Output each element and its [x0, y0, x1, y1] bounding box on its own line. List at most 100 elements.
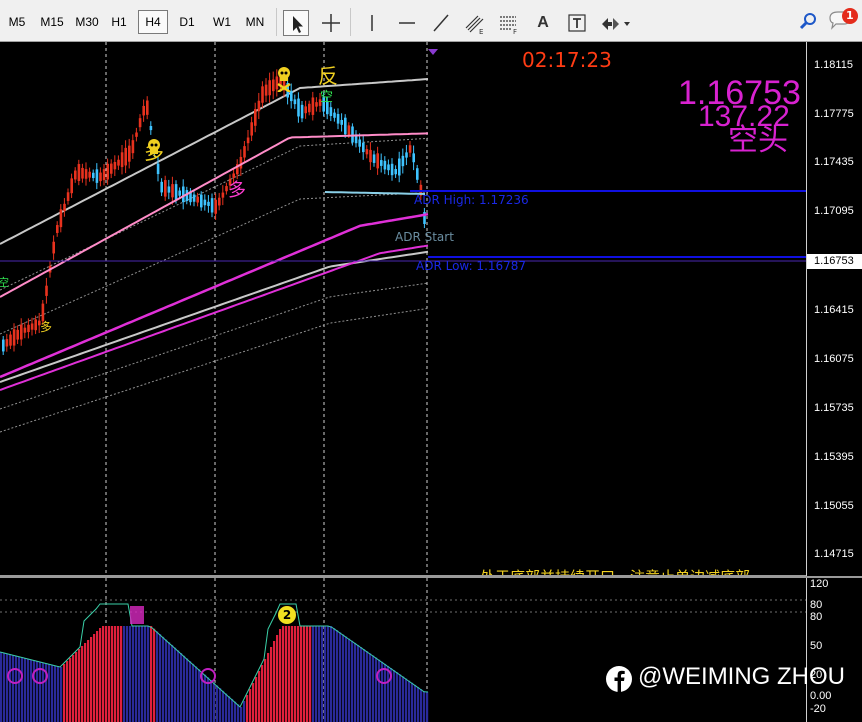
candle-body	[365, 149, 369, 155]
osc-bar	[207, 677, 210, 722]
osc-bar	[363, 649, 366, 722]
osc-bar	[267, 653, 270, 722]
osc-highlight-marker	[130, 606, 144, 624]
price-chart[interactable]: 02:17:23 1.16753 137.22 空头 ADR High: 1.1…	[0, 42, 806, 576]
osc-bar	[228, 696, 231, 722]
timeframe-m5[interactable]: M5	[4, 10, 30, 34]
osc-bar	[354, 642, 357, 722]
osc-bar	[282, 626, 285, 722]
osc-bar	[372, 655, 375, 722]
svg-text:E: E	[479, 28, 483, 36]
osc-bar	[324, 626, 327, 722]
channel-icon[interactable]: E	[462, 10, 488, 36]
osc-bar	[69, 658, 72, 722]
timeframe-h1[interactable]: H1	[106, 10, 132, 34]
osc-bar	[117, 626, 120, 722]
osc-bar	[318, 626, 321, 722]
osc-bar	[30, 659, 33, 722]
search-icon[interactable]	[796, 8, 822, 34]
countdown-timer: 02:17:23	[522, 48, 612, 72]
candle-body	[164, 180, 167, 197]
text-icon[interactable]: A	[530, 10, 556, 36]
candle-body	[311, 97, 315, 115]
arrows-icon[interactable]	[598, 10, 632, 36]
facebook-icon	[606, 666, 632, 692]
candle-body	[272, 79, 275, 92]
timeframe-m15[interactable]: M15	[36, 10, 68, 34]
skull-icon	[146, 138, 162, 156]
osc-bar	[6, 653, 9, 722]
candle-body	[99, 172, 102, 182]
osc-tick: 50	[810, 640, 823, 652]
adr-low-label: ADR Low: 1.16787	[416, 259, 527, 273]
osc-bar	[225, 693, 228, 722]
timeframe-mn[interactable]: MN	[240, 10, 270, 34]
current-price-marker: 1.16753	[807, 254, 862, 269]
candle-body	[200, 194, 203, 208]
osc-bar	[180, 653, 183, 722]
oscillator-axis[interactable]: 120 80 80 50 20 0.00 -20	[806, 578, 862, 722]
osc-bar	[252, 683, 255, 722]
candle-body	[333, 112, 336, 118]
candle-body	[196, 196, 199, 203]
osc-bar	[258, 671, 261, 722]
candle-body	[412, 153, 415, 163]
candle-body	[293, 99, 297, 105]
crosshair-icon[interactable]	[318, 10, 344, 36]
price-axis[interactable]: 1.18115 1.17775 1.17435 1.17095 1.16415 …	[806, 42, 862, 576]
candle-body	[214, 199, 217, 214]
short-signal: 空	[320, 90, 334, 105]
osc-bar	[138, 626, 141, 722]
candle-body	[369, 149, 372, 163]
osc-bar	[165, 639, 168, 722]
candle-body	[92, 172, 95, 179]
osc-bar	[408, 680, 411, 722]
candle-body	[408, 145, 412, 153]
timeframe-w1[interactable]: W1	[208, 10, 236, 34]
timeframe-m30[interactable]: M30	[71, 10, 103, 34]
osc-bar	[90, 637, 93, 722]
osc-bar	[351, 640, 354, 722]
fibonacci-icon[interactable]: F	[496, 10, 522, 36]
timeframe-h4[interactable]: H4	[138, 10, 168, 34]
osc-bar	[66, 661, 69, 722]
osc-bar	[63, 664, 66, 722]
chat-icon[interactable]: 1	[826, 6, 860, 32]
text-label-icon[interactable]	[564, 10, 590, 36]
osc-bar	[144, 626, 147, 722]
candle-body	[416, 168, 419, 180]
osc-bar	[153, 628, 156, 722]
timeframe-d1[interactable]: D1	[174, 10, 200, 34]
osc-bar	[375, 657, 378, 722]
candle-body	[300, 104, 304, 119]
trendline-icon[interactable]	[428, 10, 454, 36]
candle-body	[23, 327, 27, 333]
reverse-signal: 反	[318, 64, 338, 88]
osc-bar	[336, 630, 339, 722]
adr-high-label: ADR High: 1.17236	[414, 193, 529, 207]
vertical-line-icon[interactable]	[359, 10, 385, 36]
osc-bar	[387, 665, 390, 722]
oscillator-pane[interactable]: 2	[0, 578, 806, 722]
candle-body	[221, 192, 225, 198]
cursor-icon[interactable]	[283, 10, 309, 36]
osc-bar	[312, 626, 315, 722]
osc-bar	[135, 626, 138, 722]
watermark-handle: @WEIMING ZHOU	[638, 663, 846, 690]
candle-body	[401, 155, 405, 167]
osc-bar	[339, 632, 342, 722]
candle-body	[106, 163, 109, 180]
candle-body	[95, 169, 99, 183]
osc-bar	[78, 649, 81, 722]
candle-body	[264, 84, 268, 96]
notification-count: 1	[846, 9, 854, 22]
horizontal-line-icon[interactable]	[394, 10, 420, 36]
osc-bar	[270, 647, 273, 722]
candle-body	[120, 152, 124, 168]
osc-bar	[243, 701, 246, 722]
osc-bar	[114, 626, 117, 722]
osc-bar	[231, 698, 234, 722]
osc-bar	[111, 626, 114, 722]
candle-body	[362, 142, 365, 153]
candle-body	[2, 339, 5, 352]
